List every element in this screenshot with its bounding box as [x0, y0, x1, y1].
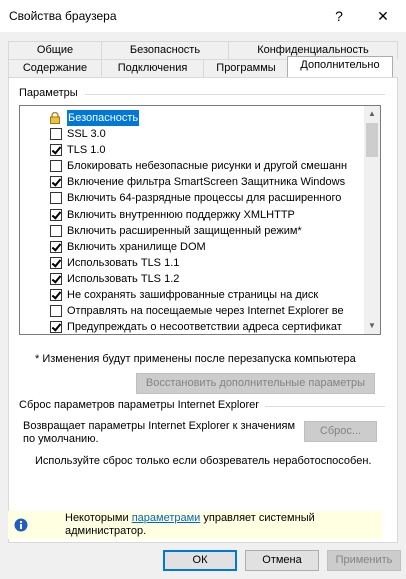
tab-content[interactable]: Содержание	[8, 59, 102, 77]
tab-security[interactable]: Безопасность	[101, 41, 229, 59]
advanced-panel: Параметры Безопасность SSL 3.0 TLS 1.0 Бло…	[8, 77, 398, 543]
setting-label: TLS 1.0	[67, 144, 106, 157]
lock-icon	[49, 111, 61, 124]
setting-label: Использовать TLS 1.1	[67, 256, 180, 269]
tab-programs[interactable]: Программы	[203, 59, 289, 77]
restore-defaults-button[interactable]: Восстановить дополнительные параметры	[136, 373, 375, 394]
settings-scrollbar[interactable]: ▲ ▼	[364, 106, 380, 334]
setting-checkbox[interactable]	[50, 272, 62, 285]
setting-label: Включение фильтра SmartScreen Защитника …	[67, 176, 346, 189]
reset-button[interactable]: Сброс...	[304, 421, 377, 442]
setting-item[interactable]: Включить внутреннюю поддержку XMLHTTP	[20, 207, 364, 223]
setting-label: Предупреждать о несоответствии адреса се…	[67, 321, 342, 334]
setting-label: Включить 64-разрядные процессы для расши…	[67, 192, 342, 205]
setting-item[interactable]: Предупреждать о несоответствии адреса се…	[20, 319, 364, 334]
scroll-thumb[interactable]	[366, 123, 378, 157]
setting-checkbox[interactable]	[50, 305, 62, 318]
info-suffix: управляет системный	[200, 512, 315, 524]
info-line2: администратор.	[65, 525, 147, 537]
restart-note: * Изменения будут применены после переза…	[35, 353, 356, 365]
scroll-down-icon[interactable]: ▼	[364, 318, 380, 334]
setting-item[interactable]: Не сохранять зашифрованные страницы на д…	[20, 287, 364, 303]
setting-checkbox[interactable]	[50, 128, 62, 140]
setting-label: Не сохранять зашифрованные страницы на д…	[67, 289, 319, 301]
title-bar: Свойства браузера ? ✕	[0, 0, 406, 32]
setting-item[interactable]: SSL 3.0	[20, 126, 364, 142]
ok-button[interactable]: ОК	[163, 550, 237, 571]
reset-description: Возвращает параметры Internet Explorer к…	[23, 420, 296, 445]
reset-hint: Используйте сброс только если обозревате…	[35, 455, 372, 467]
cancel-button[interactable]: Отмена	[245, 550, 319, 571]
setting-item[interactable]: Блокировать небезопасные рисунки и друго…	[20, 158, 364, 174]
setting-checkbox[interactable]	[50, 289, 62, 301]
setting-item[interactable]: Использовать TLS 1.2	[20, 271, 364, 287]
setting-item[interactable]: TLS 1.0	[20, 142, 364, 158]
setting-label: Отправлять на посещаемые через Internet …	[67, 305, 344, 318]
setting-checkbox[interactable]	[50, 224, 62, 237]
setting-label: Включить расширенный защищенный режим*	[67, 224, 302, 237]
category-label: Безопасность	[67, 110, 140, 126]
close-button[interactable]: ✕	[370, 5, 396, 27]
info-prefix: Некоторыми	[65, 512, 132, 524]
tab-general[interactable]: Общие	[8, 41, 102, 59]
policy-link[interactable]: параметрами	[132, 512, 201, 524]
help-button[interactable]: ?	[326, 5, 352, 27]
setting-label: Включить внутреннюю поддержку XMLHTTP	[67, 208, 295, 221]
setting-checkbox[interactable]	[50, 176, 62, 189]
category-security[interactable]: Безопасность	[20, 110, 364, 126]
tab-advanced[interactable]: Дополнительно	[287, 56, 393, 77]
setting-checkbox[interactable]	[50, 160, 62, 173]
apply-button[interactable]: Применить	[327, 550, 401, 571]
setting-item[interactable]: Включить 64-разрядные процессы для расши…	[20, 190, 364, 206]
setting-label: SSL 3.0	[67, 128, 106, 140]
setting-checkbox[interactable]	[50, 321, 62, 334]
setting-label: Блокировать небезопасные рисунки и друго…	[67, 160, 348, 173]
setting-label: Включить хранилище DOM	[67, 240, 206, 253]
setting-checkbox[interactable]	[50, 144, 62, 157]
settings-list[interactable]: Безопасность SSL 3.0 TLS 1.0 Блокировать н…	[19, 105, 381, 335]
setting-item[interactable]: Включить расширенный защищенный режим*	[20, 223, 364, 239]
reset-divider	[265, 406, 385, 407]
setting-item[interactable]: Включить хранилище DOM	[20, 239, 364, 255]
settings-group-label: Параметры	[19, 87, 78, 99]
admin-info-bar: Некоторыми параметрами управляет системн…	[8, 511, 382, 539]
scroll-up-icon[interactable]: ▲	[364, 106, 380, 122]
setting-item[interactable]: Отправлять на посещаемые через Internet …	[20, 303, 364, 319]
settings-divider	[85, 94, 385, 95]
setting-checkbox[interactable]	[50, 240, 62, 253]
setting-item[interactable]: Использовать TLS 1.1	[20, 255, 364, 271]
info-text: Некоторыми параметрами управляет системн…	[65, 512, 315, 538]
info-icon	[14, 518, 28, 535]
setting-checkbox[interactable]	[50, 208, 62, 221]
reset-group-label: Сброс параметров параметры Internet Expl…	[19, 399, 259, 411]
tab-connections[interactable]: Подключения	[101, 59, 204, 77]
setting-checkbox[interactable]	[50, 256, 62, 269]
window-title: Свойства браузера	[9, 9, 117, 23]
setting-checkbox[interactable]	[50, 192, 62, 205]
setting-label: Использовать TLS 1.2	[67, 272, 180, 285]
setting-item[interactable]: Включение фильтра SmartScreen Защитника …	[20, 174, 364, 190]
settings-list-items: Безопасность SSL 3.0 TLS 1.0 Блокировать н…	[20, 106, 364, 334]
